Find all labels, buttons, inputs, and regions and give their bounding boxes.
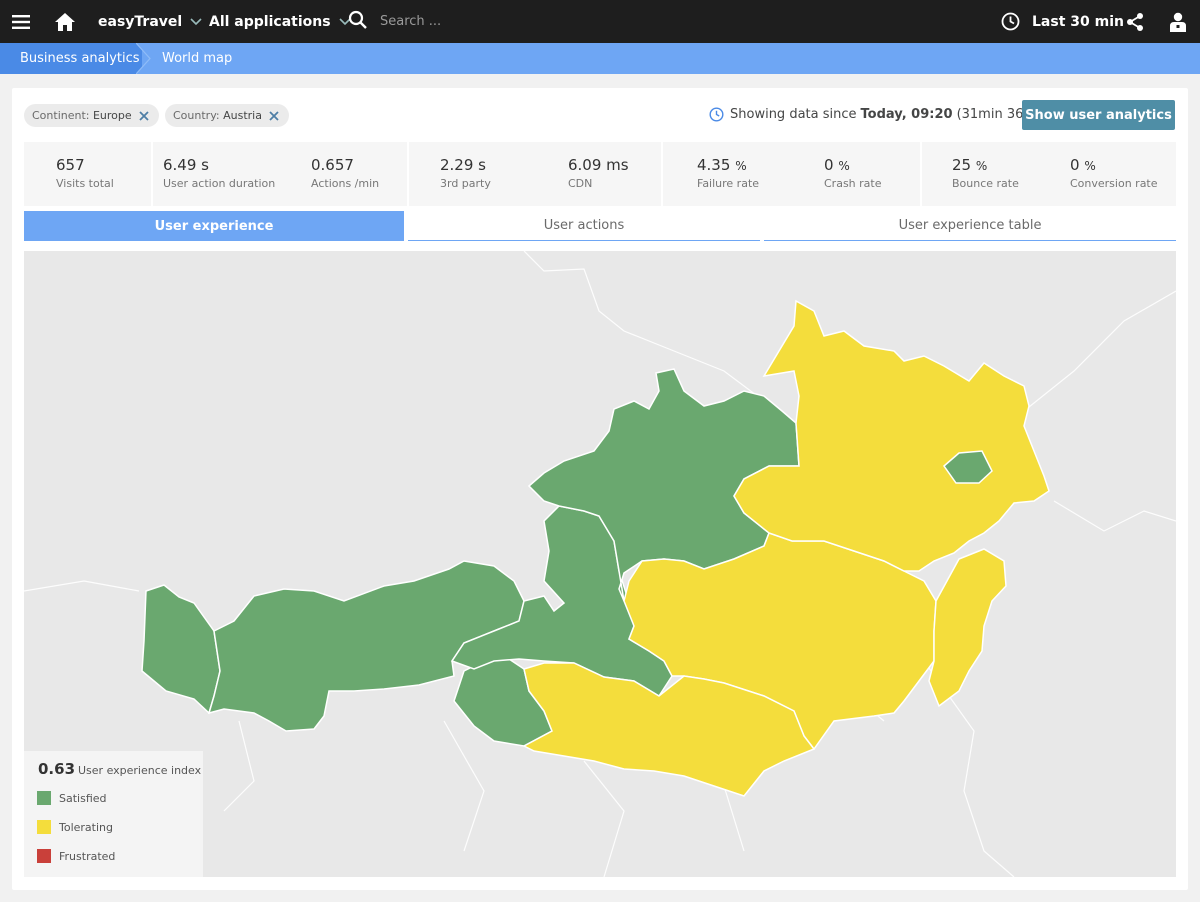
- metric-value: 0: [824, 156, 834, 174]
- metric-label: Bounce rate: [952, 177, 1019, 190]
- metric-value-wrap: 0 %: [1070, 156, 1158, 174]
- close-icon[interactable]: [269, 110, 279, 121]
- top-navigation-bar: easyTravel All applications Last 30 min: [0, 0, 1200, 43]
- breadcrumb-world-map[interactable]: World map: [162, 43, 232, 74]
- filter-value: Austria: [223, 109, 262, 122]
- metric-unit: %: [1084, 159, 1096, 173]
- filter-value: Europe: [92, 109, 132, 122]
- filter-key: Country:: [173, 109, 220, 122]
- legend-label: Satisfied: [59, 791, 107, 805]
- metric-value: 4.35: [697, 156, 731, 174]
- data-since-info: Showing data since Today, 09:20 (31min 3…: [709, 107, 1035, 122]
- metric-label: Conversion rate: [1070, 177, 1158, 190]
- metric-value: 6.09 ms: [568, 156, 629, 174]
- search-input[interactable]: [380, 14, 560, 29]
- legend-item-tolerating[interactable]: Tolerating: [37, 820, 113, 834]
- search-box: [348, 0, 560, 43]
- metric-label: Crash rate: [824, 177, 882, 190]
- metric-crash-rate[interactable]: 0 % Crash rate: [824, 156, 882, 190]
- search-icon[interactable]: [348, 10, 368, 34]
- app-selector[interactable]: easyTravel: [98, 0, 202, 43]
- timeframe-selector[interactable]: Last 30 min: [1001, 0, 1124, 43]
- metric-failure-rate[interactable]: 4.35 % Failure rate: [697, 156, 759, 190]
- legend-swatch: [37, 849, 51, 863]
- metric-unit: %: [838, 159, 850, 173]
- metric-label: Actions /min: [311, 177, 380, 190]
- legend-swatch: [37, 820, 51, 834]
- user-experience-index-value: 0.63: [38, 760, 76, 778]
- share-icon[interactable]: [1125, 0, 1145, 43]
- metric-bounce-rate[interactable]: 25 % Bounce rate: [952, 156, 1019, 190]
- metric-value-wrap: 4.35 %: [697, 156, 759, 174]
- tab-user-experience[interactable]: User experience: [24, 211, 404, 241]
- map-legend: 0.63 User experience index Satisfied Tol…: [24, 751, 203, 877]
- user-icon[interactable]: [1170, 0, 1186, 43]
- metric-label: User action duration: [163, 177, 276, 190]
- metric-unit: %: [975, 159, 988, 173]
- home-icon[interactable]: [54, 0, 76, 43]
- tab-user-actions[interactable]: User actions: [408, 211, 760, 241]
- metric-value: 0.657: [311, 156, 354, 174]
- chevron-down-icon: [190, 14, 202, 30]
- metric-label: Failure rate: [697, 177, 760, 190]
- metric-unit: %: [735, 159, 747, 173]
- metric-user-action-duration[interactable]: 6.49 s User action duration: [163, 156, 275, 190]
- metric-value: 0: [1070, 156, 1080, 174]
- metric-label: Visits total: [56, 177, 114, 190]
- clock-icon: [1001, 12, 1020, 31]
- app-name: easyTravel: [98, 13, 183, 30]
- region-burgenland[interactable]: [928, 548, 1007, 708]
- application-filter-label: All applications: [209, 13, 331, 30]
- metric-visits-total[interactable]: 657 Visits total: [56, 156, 114, 190]
- close-icon[interactable]: [139, 110, 149, 121]
- metric-value: 25: [952, 156, 972, 174]
- metrics-bar: 657 Visits total 6.49 s User action dura…: [24, 142, 1176, 206]
- breadcrumb: Business analytics World map: [0, 43, 1200, 74]
- timeframe-label: Last 30 min: [1032, 13, 1124, 30]
- metric-label: 3rd party: [440, 177, 491, 190]
- metric-conversion-rate[interactable]: 0 % Conversion rate: [1070, 156, 1158, 190]
- since-time: Today, 09:20: [860, 107, 953, 122]
- metric-label: CDN: [568, 177, 593, 190]
- show-user-analytics-button[interactable]: Show user analytics: [1022, 100, 1175, 130]
- filter-chip-continent: Continent: Europe: [24, 104, 159, 127]
- legend-swatch: [37, 791, 51, 805]
- world-map-panel: Continent: Europe Country: Austria Showi…: [12, 88, 1188, 890]
- legend-label: Tolerating: [59, 820, 113, 834]
- tab-user-experience-table[interactable]: User experience table: [764, 211, 1176, 241]
- user-experience-index-label: User experience index: [78, 764, 202, 777]
- metric-value: 6.49 s: [163, 156, 209, 174]
- metric-cdn[interactable]: 6.09 ms CDN: [568, 156, 629, 190]
- breadcrumb-separator: [136, 43, 151, 74]
- application-filter[interactable]: All applications: [209, 0, 351, 43]
- metric-value: 2.29 s: [440, 156, 486, 174]
- legend-item-satisfied[interactable]: Satisfied: [37, 791, 107, 805]
- filter-key: Continent:: [32, 109, 90, 122]
- breadcrumb-business-analytics[interactable]: Business analytics: [0, 43, 142, 74]
- legend-label: Frustrated: [59, 849, 116, 863]
- since-prefix: Showing data since: [730, 107, 857, 122]
- metric-value-wrap: 0 %: [824, 156, 882, 174]
- clock-icon: [709, 107, 730, 122]
- region-vorarlberg[interactable]: [141, 584, 221, 715]
- metric-actions-per-min[interactable]: 0.657 Actions /min: [311, 156, 379, 190]
- menu-icon[interactable]: [12, 0, 32, 43]
- metric-value: 657: [56, 156, 85, 174]
- legend-item-frustrated[interactable]: Frustrated: [37, 849, 115, 863]
- filter-chip-country: Country: Austria: [165, 104, 289, 127]
- metric-value-wrap: 25 %: [952, 156, 1019, 174]
- metric-third-party[interactable]: 2.29 s 3rd party: [440, 156, 491, 190]
